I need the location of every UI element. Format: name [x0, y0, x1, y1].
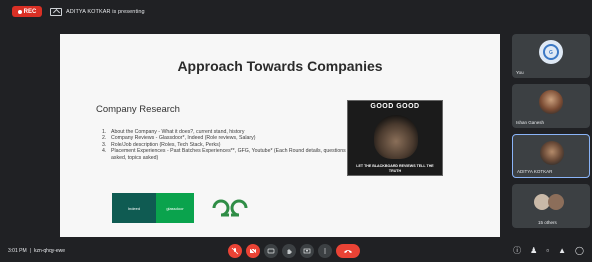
captions-button[interactable]	[264, 244, 278, 258]
svg-text:G: G	[549, 50, 553, 56]
presenter-text: ADITYA KOTKAR is presenting	[66, 8, 145, 15]
leave-call-button[interactable]	[336, 244, 360, 258]
presenting-indicator: ADITYA KOTKAR is presenting	[50, 6, 145, 17]
meme-bottom-text: LET THE BLACKBOARD REVIEWS TELL THE TRUT…	[356, 164, 434, 173]
bullet-number: 4.	[102, 148, 107, 155]
camera-off-icon	[249, 247, 257, 255]
present-icon	[303, 248, 311, 254]
participant-tile-you[interactable]: G You	[512, 34, 590, 78]
bullet-list: 1. About the Company - What it does?, cur…	[102, 129, 352, 161]
raise-hand-button[interactable]	[282, 244, 296, 258]
camera-off-button[interactable]	[246, 244, 260, 258]
avatar-icon	[548, 194, 564, 210]
logo-text: glassdoor	[166, 205, 184, 211]
meeting-info: 3:01 PM | kzn-qhqy-ewe	[8, 248, 65, 254]
avatar-icon	[540, 141, 564, 165]
emperor-face-image	[374, 115, 418, 159]
shared-slide: Approach Towards Companies Company Resea…	[60, 34, 500, 237]
participant-name: 15 others	[538, 220, 557, 225]
recording-badge: REC	[12, 6, 42, 17]
lock-icon[interactable]: ◯	[575, 246, 584, 256]
present-now-button[interactable]	[300, 244, 314, 258]
recording-label: REC	[23, 8, 37, 15]
indeed-logo: Indeed	[112, 193, 156, 223]
mic-off-icon	[231, 247, 239, 255]
avatar-icon	[539, 90, 563, 114]
bottom-bar: 3:01 PM | kzn-qhqy-ewe ⓘ ♟ ▫ ▲ ◯	[0, 240, 592, 262]
activities-icon[interactable]: ▲	[558, 246, 566, 256]
top-bar: REC ADITYA KOTKAR is presenting	[0, 0, 592, 22]
info-icon[interactable]: ⓘ	[513, 246, 521, 256]
more-vert-icon	[324, 248, 326, 254]
present-screen-icon	[50, 7, 62, 16]
more-options-button[interactable]	[318, 244, 332, 258]
captions-icon	[267, 248, 275, 254]
record-dot-icon	[17, 9, 22, 14]
meeting-time: 3:01 PM	[8, 248, 27, 254]
section-title: Company Research	[96, 104, 180, 115]
side-controls: ⓘ ♟ ▫ ▲ ◯	[513, 246, 584, 256]
bullet-text: Placement Experiences - Past Batches Exp…	[111, 148, 346, 161]
gfg-logo-icon	[212, 199, 248, 217]
chat-icon[interactable]: ▫	[546, 246, 549, 256]
participant-name: ADITYA KOTKAR	[517, 169, 553, 174]
hand-icon	[287, 249, 292, 254]
separator: |	[29, 248, 31, 254]
call-controls	[228, 244, 360, 258]
meme-top-text: GOOD GOOD	[370, 103, 420, 110]
microphone-off-button[interactable]	[228, 244, 242, 258]
meeting-code: kzn-qhqy-ewe	[33, 248, 66, 254]
list-item: 4. Placement Experiences - Past Batches E…	[102, 148, 352, 161]
glassdoor-logo: glassdoor	[156, 193, 194, 223]
participant-tile-aditya[interactable]: ADITYA KOTKAR	[512, 134, 590, 178]
meme-image: GOOD GOOD LET THE BLACKBOARD REVIEWS TEL…	[347, 100, 443, 176]
logo-text: Indeed	[127, 205, 141, 211]
participant-name: You	[516, 70, 524, 75]
participant-name: Ishan Ganesh	[516, 120, 545, 125]
participant-tile-ishan[interactable]: Ishan Ganesh	[512, 84, 590, 128]
people-icon[interactable]: ♟	[530, 246, 537, 256]
participant-tile-others[interactable]: 15 others	[512, 184, 590, 228]
slide-title: Approach Towards Companies	[177, 58, 383, 74]
end-call-icon	[344, 250, 352, 253]
avatar-icon: G	[539, 40, 563, 64]
